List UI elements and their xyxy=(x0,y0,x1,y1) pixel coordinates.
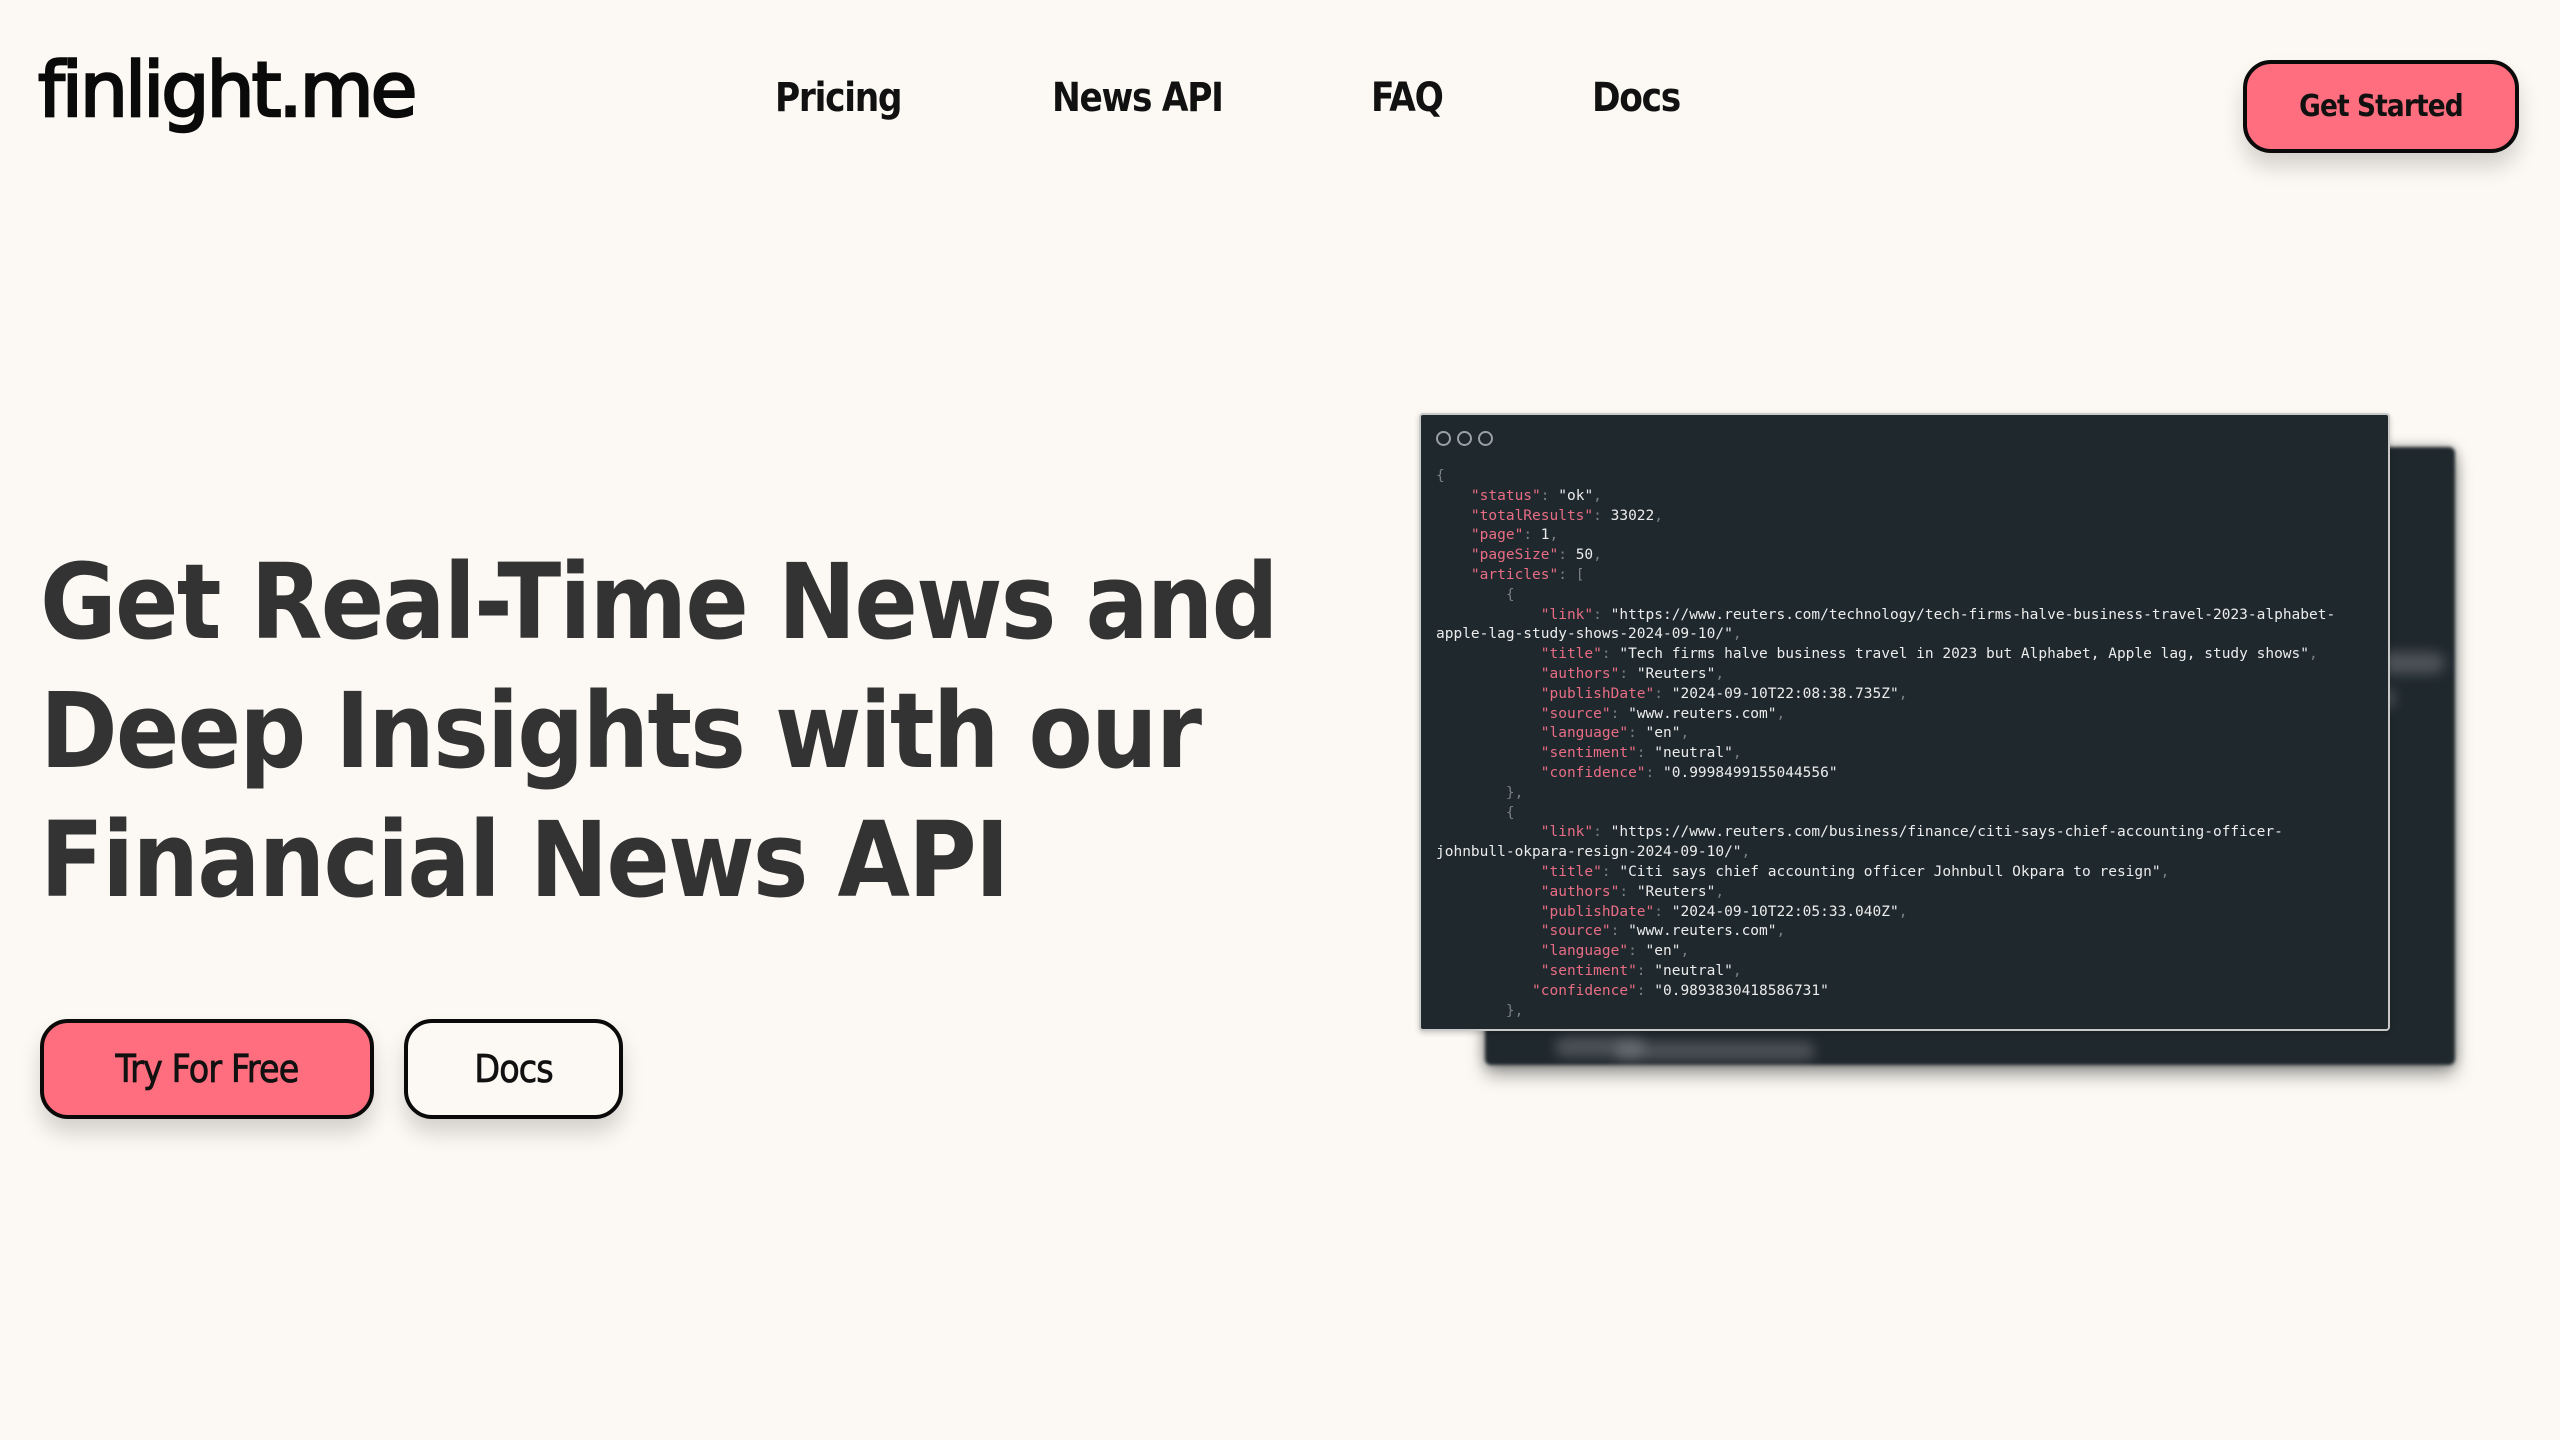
hero-title: Get Real-Time News and Deep Insights wit… xyxy=(40,538,1279,925)
try-for-free-button[interactable]: Try For Free xyxy=(40,1019,374,1119)
hero-title-line: Get Real-Time News and xyxy=(40,541,1279,663)
circle-icon xyxy=(1457,431,1472,446)
logo[interactable]: finlight.me xyxy=(37,50,419,129)
window-controls xyxy=(1436,431,1493,446)
hero-title-line: Deep Insights with our xyxy=(40,670,1202,792)
circle-icon xyxy=(1478,431,1493,446)
nav-docs[interactable]: Docs xyxy=(1592,78,1681,118)
get-started-label: Get Started xyxy=(2299,89,2463,124)
hero-title-line: Financial News API xyxy=(40,799,1010,921)
blurred-text xyxy=(1615,1042,1815,1060)
try-for-free-label: Try For Free xyxy=(115,1047,300,1092)
nav-faq[interactable]: FAQ xyxy=(1371,78,1444,118)
nav-news-api[interactable]: News API xyxy=(1052,78,1224,118)
code-preview-window: { "status": "ok", "totalResults": 33022,… xyxy=(1419,413,2390,1031)
nav-pricing[interactable]: Pricing xyxy=(775,78,903,118)
json-response-sample: { "status": "ok", "totalResults": 33022,… xyxy=(1436,468,2336,1019)
circle-icon xyxy=(1436,431,1451,446)
docs-label: Docs xyxy=(474,1047,554,1092)
get-started-button[interactable]: Get Started xyxy=(2243,60,2519,153)
docs-button[interactable]: Docs xyxy=(404,1019,623,1119)
